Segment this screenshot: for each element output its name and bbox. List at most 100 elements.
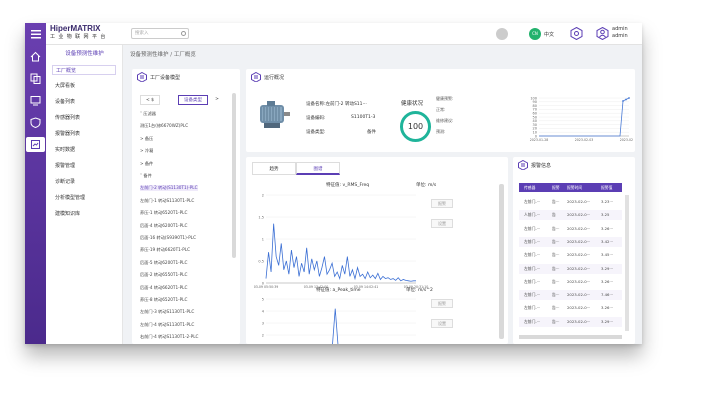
tree-node[interactable]: 养压-8 转动6520T1-PLC [140,297,187,303]
alarm-cell: 告··· [552,252,560,258]
rms-chart-y-tick: 1 [262,237,264,241]
alarm-row[interactable]: 左前门-··· 告··· 2023-02-0··· 7.46··· [519,290,622,301]
user-info[interactable]: admin admin [612,26,628,40]
alarm-row[interactable]: 左前门-··· 告··· 2023-02-0··· 3.29··· [519,263,622,274]
language-badge[interactable]: CN [529,28,541,40]
tree-tab-prev[interactable]: < $ [140,95,160,105]
health-item-warning: 健康预警: [436,96,454,101]
tree-node[interactable]: ˅ 备件 [140,173,152,179]
tree-node[interactable]: > 冷凝 [140,148,153,154]
tree-node[interactable]: 左前门-3 转动S1130T1-PLC [140,309,194,315]
breadcrumb-parent[interactable]: 设备预测性维护 [130,52,169,58]
alarm-cell: 左前门-··· [524,199,541,204]
plot2-feature: a_Peak_time [332,288,361,293]
sidebar-item-devices[interactable]: 设备列表 [52,97,116,107]
health-chart-y-tick: 10 [533,131,537,135]
tree-tab-device-type[interactable]: 设备类型 [178,95,208,105]
tree-node[interactable]: > 备压 [140,136,153,142]
tree-scrollbar[interactable] [232,93,236,258]
sidebar-title[interactable]: 设备预测性维护 [46,49,123,57]
alarm-row[interactable]: 左前门-··· 告··· 2023-02-0··· 3.26··· [519,303,622,313]
sidebar-item-overview[interactable]: 工厂概览 [52,65,116,75]
health-chart-x-tick: 2023-01-28 [530,138,549,142]
device-name-label: 设备名称: [306,102,326,107]
tree-node[interactable]: 后面-5 转动6200T1-PLC [140,260,187,266]
tree-node[interactable]: 后面-4 转动6200T1-PLC [140,223,187,229]
search-placeholder: 搜索入 [135,31,149,36]
tree-tab-next[interactable]: > [212,95,222,105]
alarm-cell: 左前门-··· [524,265,541,271]
tree-node[interactable]: ˅ 压滤器 [140,111,156,117]
plot1-alarm-button[interactable]: 报警 [431,199,453,208]
alarm-row[interactable]: 左前门-··· 告··· 2023-02-0··· 3.42··· [519,236,622,247]
alarm-row[interactable]: 人前门-··· 告 2023-02-0··· 3.25 [519,210,622,221]
monitor-icon[interactable] [28,93,43,108]
rms-chart-y-tick: 1.5 [258,215,264,219]
plot1-feature-label: 特征值: [326,183,342,188]
search-icon[interactable] [181,31,186,36]
alarm-horizontal-scrollbar[interactable] [519,335,622,339]
health-chart-y-tick: 50 [533,115,537,119]
dashboard-icon[interactable] [26,137,45,152]
alarm-row[interactable]: 左前门-··· 告··· 2023-02-0··· 3.23··· [519,197,622,207]
health-chart-y-tick: 60 [533,112,537,116]
sidebar-item-sensors[interactable]: 传感器列表 [52,113,116,123]
sidebar-item-diagnosis[interactable]: 诊断记录 [52,177,116,187]
tree-node[interactable]: 后面-2 转动6550T1-PLC [140,272,187,278]
breadcrumb-separator: / [170,52,173,58]
peak-chart-y-tick: 5 [262,297,264,301]
health-title: 健康状况 [401,101,424,107]
tree-node[interactable]: 左前门-2 转动(S1130T1)-PLC [140,185,198,192]
tab-trend[interactable]: 趋势 [252,162,296,175]
shield-icon[interactable] [28,115,43,130]
notification-icon[interactable] [496,28,508,40]
home-icon[interactable] [28,49,43,64]
peak-chart-y-tick: 4 [262,309,265,313]
alarm-card-title: 报警信息 [531,163,552,169]
alarm-cell: 告··· [552,278,560,284]
device-code-label: 设备编码: [306,116,326,121]
plot2-settings-button[interactable]: 设置 [431,319,453,328]
alarm-row[interactable]: 左前门-··· 告··· 2023-02-0··· 3.29··· [519,316,622,327]
hex-card-icon [137,72,147,82]
tree-node[interactable]: 养压-1 转动6520T1-PLC [140,210,187,216]
alarm-row[interactable]: 左前门-··· 告··· 2023-02-0··· 3.26··· [519,224,622,234]
app-window: HiperMATRIX 工 业 物 联 网 平 台 搜索入 CN 中文 admi… [25,23,642,344]
settings-hex-icon[interactable] [570,27,583,40]
plot1-settings-button[interactable]: 设置 [431,219,453,228]
brand-logo: HiperMATRIX 工 业 物 联 网 平 台 [50,25,106,41]
alarm-row[interactable]: 左前门-··· 告··· 2023-02-0··· 3.26··· [519,277,622,287]
sidebar-item-alarms-list[interactable]: 报警器列表 [52,129,116,139]
tree-node[interactable]: > 备件 [140,161,153,167]
acceleration-peak-chart: 012345 [262,297,416,344]
health-chart-x-tick: 2023-02-07 [620,138,633,142]
device-type-value: 备件 [367,130,376,135]
plot2-alarm-button[interactable]: 报警 [431,299,453,308]
sidebar-item-alarm-manage[interactable]: 报警管理 [52,161,116,171]
alarm-cell: 2023-02-0··· [567,292,591,298]
trend-scrollbar[interactable] [499,184,504,339]
language-label[interactable]: 中文 [544,31,554,38]
tree-node[interactable]: 左前门-4 转动S1130T1-PLC [140,322,194,328]
menu-icon[interactable] [28,27,43,42]
tree-node[interactable]: 后面-4 转动6620T1-PLC [140,285,187,291]
tab-spectrum[interactable]: 图谱 [296,162,340,175]
user-hex-icon[interactable] [596,27,609,40]
alarm-row[interactable]: 左前门-··· 告··· 2023-02-0··· 3.45··· [519,250,622,260]
sidebar-item-realtime[interactable]: 实时数据 [52,145,116,155]
alarm-cell: 左前门-··· [524,318,541,324]
alarm-scrollbar[interactable] [625,195,629,331]
tree-node[interactable]: 右前门-4 转动S1130T1-2-PLC [140,334,198,340]
device-name-value: 左前门-2 转动S11··· [325,102,367,107]
copy-icon[interactable] [28,71,43,86]
tree-node[interactable]: 测压1台(修6670WZ)PLC [140,123,188,129]
tree-node[interactable]: 养压-19 转动6620T1-PLC [140,247,190,253]
sidebar-item-dashboard[interactable]: 大屏看板 [52,81,116,91]
rms-chart-series-line [265,223,416,282]
tree-node[interactable]: 左前门-1 转动S1130T1-PLC [140,198,194,204]
sidebar-item-knowledge[interactable]: 建模知识库 [52,209,116,219]
tree-node[interactable]: 后面-16 转动(S9390T1)-PLC [140,235,196,241]
top-bar: HiperMATRIX 工 业 物 联 网 平 台 搜索入 CN 中文 admi… [46,23,642,45]
sidebar-item-models[interactable]: 分析模型管理 [52,193,116,203]
search-input[interactable]: 搜索入 [131,28,189,39]
